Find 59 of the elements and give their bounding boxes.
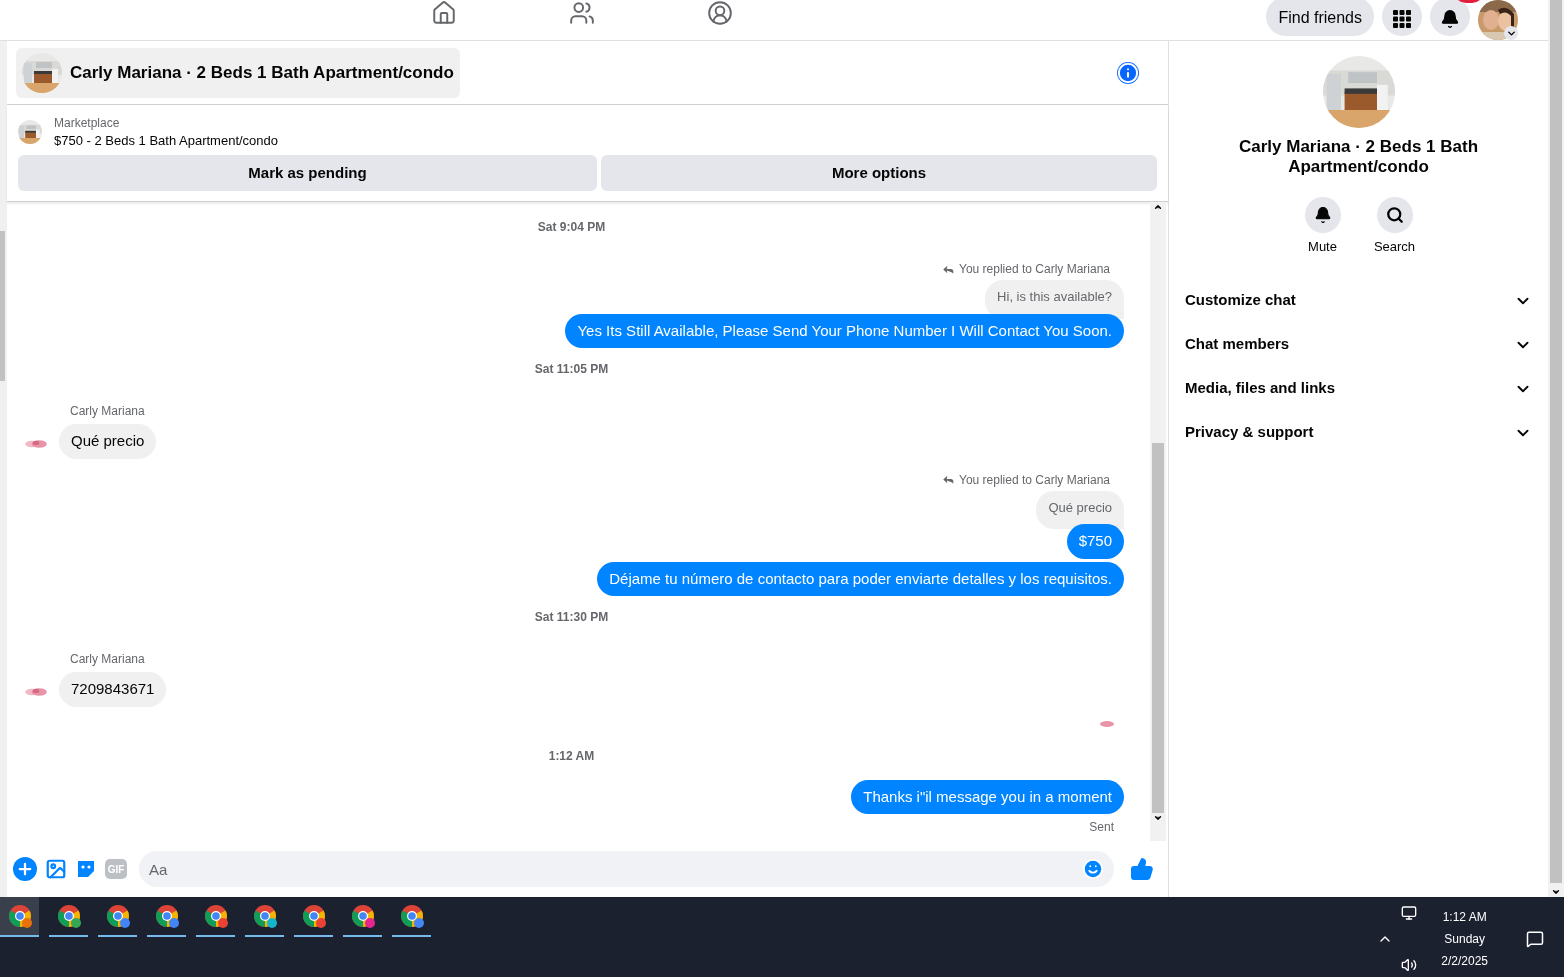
- chat-title: Carly Mariana · 2 Beds 1 Bath Apartment/condo: [70, 61, 454, 84]
- outgoing-message: $750: [1066, 524, 1124, 559]
- sender-name: Carly Mariana: [70, 404, 145, 418]
- clock[interactable]: 1:12 AM Sunday 2/2/2025: [1441, 906, 1488, 972]
- listing-source: Marketplace: [54, 115, 121, 132]
- volume-icon[interactable]: [1401, 957, 1418, 973]
- search-icon: [1385, 206, 1404, 224]
- reply-note: You replied to Carly Mariana: [942, 470, 1110, 489]
- image-icon[interactable]: [45, 858, 67, 880]
- message-status: Sent: [1089, 819, 1114, 836]
- scroll-down-icon[interactable]: [1551, 887, 1561, 897]
- quoted-message: Hi, is this available?: [985, 280, 1124, 319]
- quoted-message: Qué precio: [1036, 490, 1124, 529]
- details-section[interactable]: Media, files and links: [1177, 366, 1540, 411]
- details-section[interactable]: Customize chat: [1177, 278, 1540, 323]
- timestamp: Sat 11:05 PM: [534, 361, 609, 378]
- outgoing-message: Thanks i"il message you in a moment: [851, 779, 1124, 814]
- outgoing-message: Yes Its Still Available, Please Send Your Phone Number I Will Contact You Soon.: [565, 313, 1124, 348]
- bell-icon: [1440, 9, 1460, 29]
- plus-icon: [16, 860, 34, 878]
- scrollbar[interactable]: [1150, 202, 1166, 841]
- sender-name: Carly Mariana: [70, 652, 145, 666]
- timestamp: 1:12 AM: [548, 747, 595, 765]
- grid-icon: [1393, 10, 1411, 28]
- account-menu-chevron[interactable]: [1504, 26, 1518, 40]
- incoming-message: 7209843671: [59, 672, 167, 707]
- listing-summary: $750 - 2 Beds 1 Bath Apartment/condo: [54, 132, 279, 150]
- search-button[interactable]: Search: [1370, 197, 1419, 257]
- info-button[interactable]: [1117, 61, 1139, 84]
- timestamp: Sat 9:04 PM: [537, 219, 606, 236]
- conversation-name: Carly Mariana · 2 Beds 1 Bath Apartment/condo: [1238, 137, 1479, 177]
- outgoing-message: Déjame tu número de contacto para poder enviarte detalles y los requisitos.: [597, 561, 1124, 596]
- menu-button[interactable]: [1382, 0, 1422, 36]
- find-friends-button[interactable]: Find friends: [1266, 0, 1374, 36]
- scroll-up-icon[interactable]: [1153, 202, 1163, 212]
- add-button[interactable]: [13, 857, 37, 881]
- details-section[interactable]: Privacy & support: [1177, 410, 1540, 455]
- listing-action-button[interactable]: Mark as pending: [18, 155, 597, 191]
- timestamp: Sat 11:30 PM: [534, 609, 609, 626]
- notifications-button[interactable]: [1430, 0, 1470, 36]
- seen-indicator-icon: [1100, 720, 1114, 727]
- details-section[interactable]: Chat members: [1177, 322, 1540, 367]
- like-icon[interactable]: [1130, 857, 1154, 881]
- chat-title-card[interactable]: Carly Mariana · 2 Beds 1 Bath Apartment/condo: [16, 47, 460, 98]
- message-input[interactable]: Aa: [139, 851, 1114, 887]
- reply-icon: [942, 473, 955, 486]
- scroll-down-icon[interactable]: [1153, 813, 1163, 823]
- network-icon[interactable]: [1401, 905, 1418, 921]
- info-icon: [1117, 61, 1139, 84]
- notification-center-icon[interactable]: [1526, 930, 1544, 948]
- taskbar-app[interactable]: [0, 897, 39, 937]
- emoji-icon[interactable]: [1082, 858, 1104, 880]
- reply-note: You replied to Carly Mariana: [942, 260, 1110, 278]
- page-scrollbar[interactable]: [1548, 0, 1564, 897]
- incoming-message: Qué precio: [59, 424, 157, 459]
- mute-button[interactable]: Mute: [1298, 197, 1347, 257]
- listing-action-button[interactable]: More options: [601, 155, 1157, 191]
- bell-icon: [1313, 206, 1332, 224]
- sticker-icon[interactable]: [75, 858, 97, 880]
